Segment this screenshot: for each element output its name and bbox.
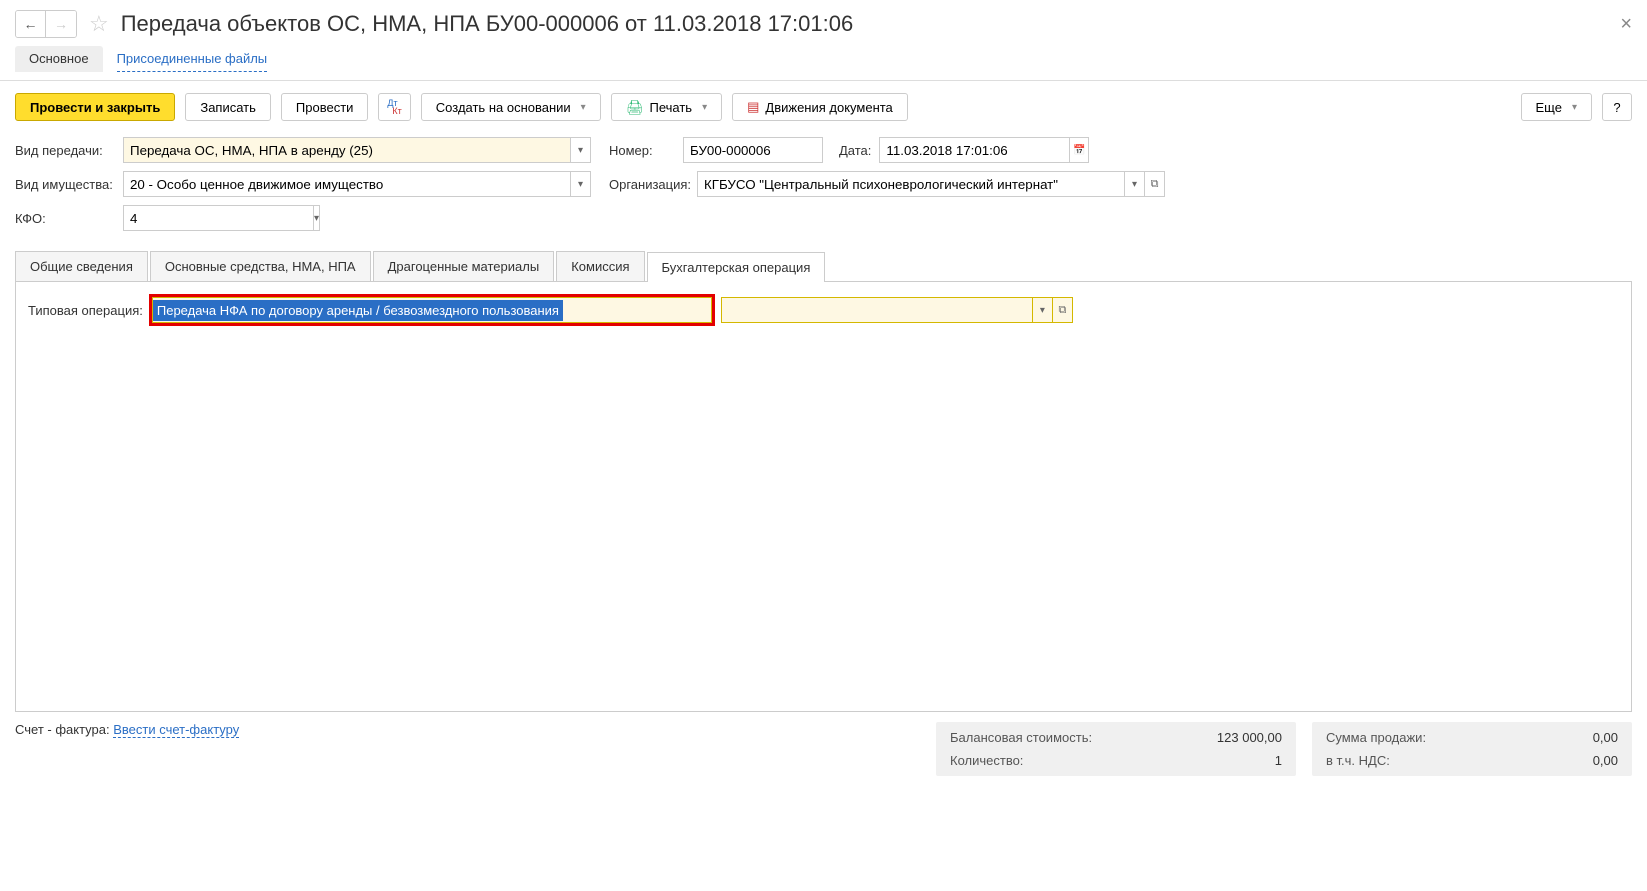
- help-button[interactable]: ?: [1602, 93, 1632, 121]
- nav-buttons: ← →: [15, 10, 77, 38]
- post-button[interactable]: Провести: [281, 93, 369, 121]
- sale-value: 0,00: [1593, 730, 1618, 745]
- typical-operation-open-icon[interactable]: ⧉: [1052, 298, 1072, 322]
- quantity-value: 1: [1275, 753, 1282, 768]
- document-movements-button[interactable]: ▤ Движения документа: [732, 93, 908, 121]
- kfo-dropdown[interactable]: ▾: [314, 205, 320, 231]
- debit-credit-button[interactable]: Дт Кт: [378, 93, 410, 121]
- transfer-type-label: Вид передачи:: [15, 143, 115, 158]
- invoice-label: Счет - фактура:: [15, 722, 110, 737]
- balance-value: 123 000,00: [1217, 730, 1282, 745]
- print-button[interactable]: 🖨 Печать: [611, 93, 722, 121]
- movements-icon: ▤: [747, 99, 759, 115]
- print-icon: 🖨: [626, 99, 644, 116]
- typical-operation-value[interactable]: Передача НФА по договору аренды / безвоз…: [153, 300, 563, 321]
- transfer-type-dropdown[interactable]: ▾: [571, 137, 591, 163]
- summary-sale: Сумма продажи: 0,00 в т.ч. НДС: 0,00: [1312, 722, 1632, 776]
- typical-operation-label: Типовая операция:: [28, 303, 143, 318]
- property-type-dropdown[interactable]: ▾: [571, 171, 591, 197]
- back-button[interactable]: ←: [16, 11, 46, 37]
- close-icon[interactable]: ×: [1620, 13, 1632, 36]
- vat-label: в т.ч. НДС:: [1326, 753, 1390, 768]
- favorite-star-icon[interactable]: ☆: [89, 11, 109, 37]
- enter-invoice-link[interactable]: Ввести счет-фактуру: [113, 722, 239, 738]
- transfer-type-input[interactable]: [123, 137, 571, 163]
- subnav-main[interactable]: Основное: [15, 46, 103, 72]
- tab-fixed-assets[interactable]: Основные средства, НМА, НПА: [150, 251, 371, 281]
- tab-accounting[interactable]: Бухгалтерская операция: [647, 252, 826, 282]
- forward-button[interactable]: →: [46, 11, 76, 37]
- tab-commission[interactable]: Комиссия: [556, 251, 644, 281]
- property-type-label: Вид имущества:: [15, 177, 115, 192]
- create-based-on-button[interactable]: Создать на основании: [421, 93, 601, 121]
- number-label: Номер:: [609, 143, 675, 158]
- quantity-label: Количество:: [950, 753, 1023, 768]
- typical-op-highlight: Передача НФА по договору аренды / безвоз…: [149, 294, 715, 326]
- debit-credit-icon: Дт Кт: [387, 99, 401, 115]
- date-input[interactable]: [879, 137, 1070, 163]
- date-label: Дата:: [839, 143, 871, 158]
- typical-operation-dropdown[interactable]: ▾: [1032, 298, 1052, 322]
- organization-input[interactable]: [697, 171, 1125, 197]
- tab-precious[interactable]: Драгоценные материалы: [373, 251, 555, 281]
- summary-balance: Балансовая стоимость: 123 000,00 Количес…: [936, 722, 1296, 776]
- sale-label: Сумма продажи:: [1326, 730, 1426, 745]
- invoice-section: Счет - фактура: Ввести счет-фактуру: [15, 722, 239, 737]
- kfo-label: КФО:: [15, 211, 115, 226]
- number-input[interactable]: [683, 137, 823, 163]
- property-type-input[interactable]: [123, 171, 571, 197]
- vat-value: 0,00: [1593, 753, 1618, 768]
- balance-label: Балансовая стоимость:: [950, 730, 1092, 745]
- organization-label: Организация:: [609, 177, 689, 192]
- post-and-close-button[interactable]: Провести и закрыть: [15, 93, 175, 121]
- organization-open-icon[interactable]: ⧉: [1145, 171, 1165, 197]
- organization-dropdown[interactable]: ▾: [1125, 171, 1145, 197]
- tab-general[interactable]: Общие сведения: [15, 251, 148, 281]
- subnav-attached-files[interactable]: Присоединенные файлы: [117, 46, 268, 72]
- date-picker-icon[interactable]: 📅: [1070, 137, 1089, 163]
- more-button[interactable]: Еще: [1521, 93, 1592, 121]
- kfo-input[interactable]: [123, 205, 314, 231]
- save-button[interactable]: Записать: [185, 93, 271, 121]
- page-title: Передача объектов ОС, НМА, НПА БУ00-0000…: [121, 11, 1621, 37]
